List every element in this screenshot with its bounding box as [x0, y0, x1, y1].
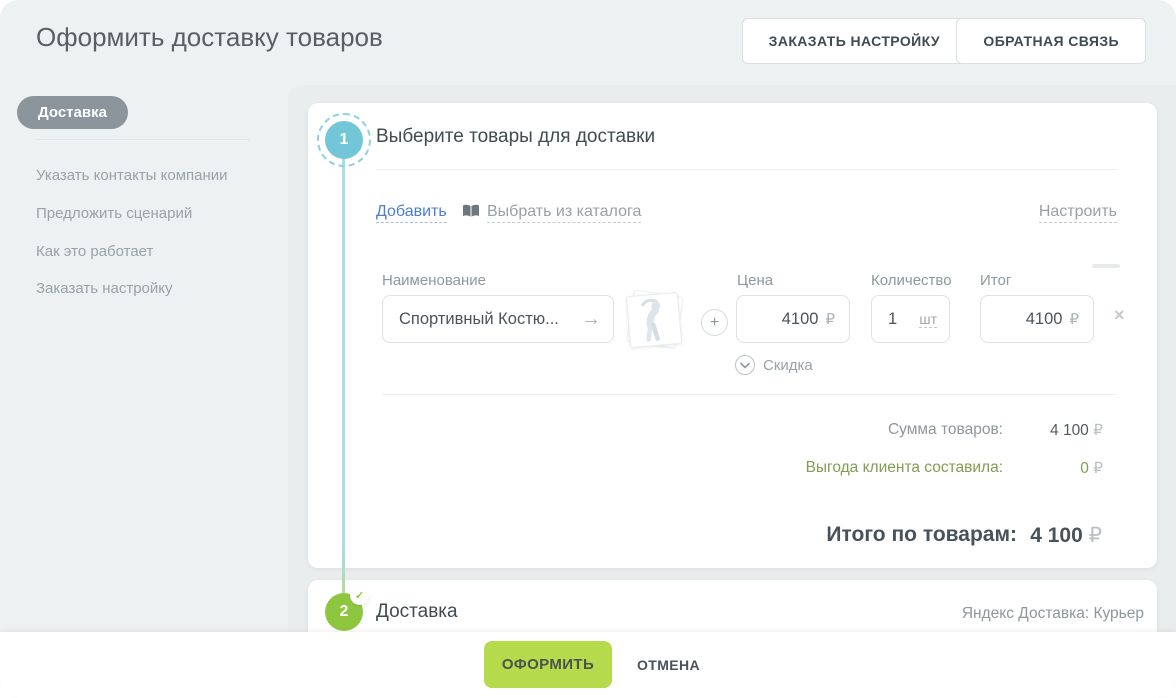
price-label: Цена — [737, 272, 773, 289]
main-panel: Выберите товары для доставки Добавить Вы… — [288, 85, 1176, 698]
order-setup-button[interactable]: ЗАКАЗАТЬ НАСТРОЙКУ — [742, 18, 967, 64]
add-photo-button[interactable]: + — [701, 309, 728, 336]
person-image — [634, 297, 674, 344]
line-total-field: ₽ — [980, 295, 1094, 343]
product-thumbnail[interactable] — [626, 291, 682, 347]
divider — [376, 169, 1117, 170]
ruble-sign: ₽ — [1093, 460, 1103, 477]
product-photo — [626, 292, 682, 348]
sidebar-link-suggest-scenario[interactable]: Предложить сценарий — [36, 205, 192, 222]
horizontal-scrollbar-thumb[interactable] — [1092, 264, 1120, 268]
sidebar-link-order-setup[interactable]: Заказать настройку — [36, 280, 173, 297]
sidebar-divider — [36, 139, 250, 140]
grand-total-value: 4 100 ₽ — [1030, 523, 1102, 548]
step2-title: Доставка — [376, 601, 458, 623]
price-field: ₽ — [736, 295, 850, 343]
step1-title: Выберите товары для доставки — [376, 126, 655, 148]
delivery-badge[interactable]: Доставка — [17, 96, 128, 129]
page-title: Оформить доставку товаров — [36, 22, 383, 53]
ruble-sign: ₽ — [1069, 310, 1079, 328]
choose-from-catalog-link[interactable]: Выбрать из каталога — [462, 203, 641, 223]
add-product-link[interactable]: Добавить — [376, 203, 447, 223]
quantity-input[interactable] — [888, 310, 919, 329]
sum-value: 4 100 ₽ — [1050, 421, 1103, 440]
product-name-input[interactable] — [399, 310, 575, 329]
ruble-sign: ₽ — [1093, 422, 1103, 439]
benefit-label: Выгода клиента составила: — [806, 459, 1003, 477]
book-icon — [462, 204, 480, 223]
discount-toggle[interactable]: Скидка — [735, 355, 813, 375]
submit-button[interactable]: ОФОРМИТЬ — [484, 641, 612, 688]
quantity-field: шт — [871, 295, 950, 343]
delivery-order-page: Оформить доставку товаров ЗАКАЗАТЬ НАСТР… — [0, 0, 1176, 698]
feedback-button[interactable]: ОБРАТНАЯ СВЯЗЬ — [956, 18, 1146, 64]
delivery-method-value: Яндекс Доставка: Курьер — [962, 605, 1144, 623]
unit-selector[interactable]: шт — [919, 311, 937, 328]
sum-label: Сумма товаров: — [888, 421, 1003, 439]
check-icon: ✓ — [350, 586, 369, 605]
benefit-value: 0 ₽ — [1080, 459, 1103, 478]
line-total-input[interactable] — [995, 310, 1062, 329]
step1-circle: 1 — [325, 121, 363, 159]
arrow-right-icon[interactable]: → — [581, 309, 601, 329]
step-connector-line — [342, 142, 345, 612]
cancel-button[interactable]: ОТМЕНА — [631, 641, 706, 688]
product-name-label: Наименование — [382, 272, 486, 289]
ruble-sign: ₽ — [1089, 524, 1102, 547]
chevron-down-icon — [735, 355, 755, 375]
price-input[interactable] — [751, 310, 818, 329]
discount-label: Скидка — [763, 357, 813, 374]
footer-bar: ОФОРМИТЬ ОТМЕНА — [0, 632, 1176, 698]
quantity-label: Количество — [871, 272, 952, 289]
grand-total-label: Итого по товарам: — [826, 523, 1017, 547]
ruble-sign: ₽ — [825, 310, 835, 328]
sidebar-link-how-it-works[interactable]: Как это работает — [36, 243, 153, 260]
configure-link[interactable]: Настроить — [1039, 203, 1117, 223]
divider — [382, 394, 1117, 395]
step1-card: Выберите товары для доставки Добавить Вы… — [308, 103, 1157, 568]
line-total-label: Итог — [980, 272, 1011, 289]
remove-product-button[interactable]: × — [1114, 306, 1125, 324]
sidebar-link-company-contacts[interactable]: Указать контакты компании — [36, 167, 228, 184]
product-name-field: → — [382, 295, 614, 343]
catalog-link-label: Выбрать из каталога — [487, 203, 641, 223]
